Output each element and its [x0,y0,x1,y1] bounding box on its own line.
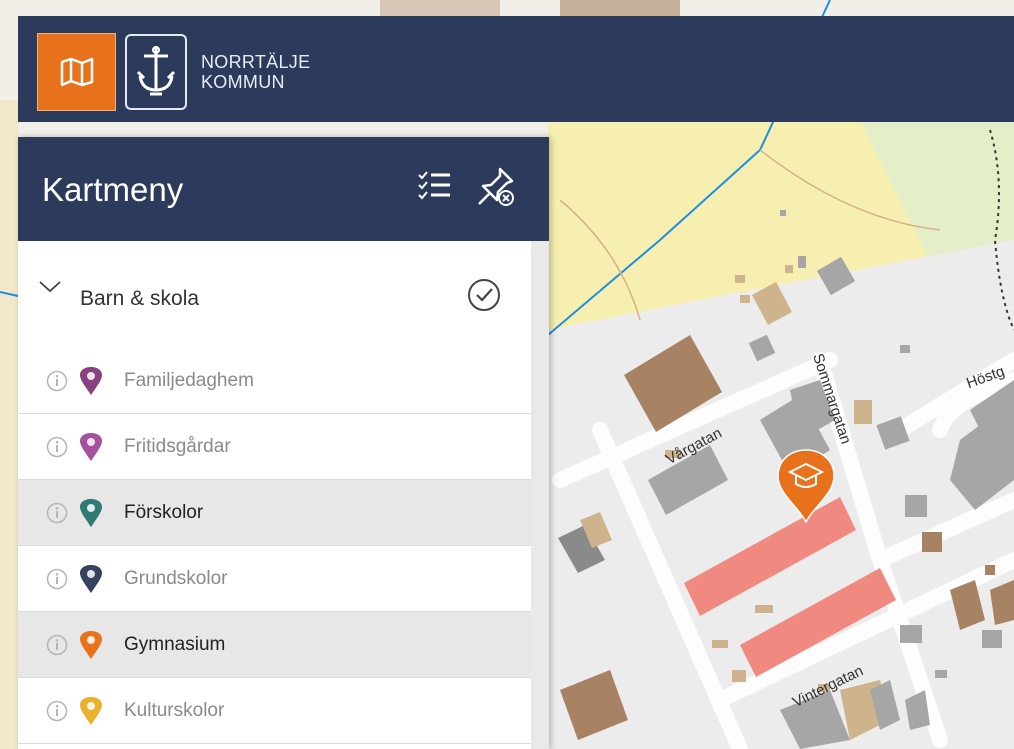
layer-marker-icon [80,499,102,527]
layer-label: Kulturskolor [124,700,225,721]
logo-text: NORRTÄLJE KOMMUN [201,52,310,92]
layer-label: Grundskolor [124,568,228,589]
logo-line2: KOMMUN [201,72,285,92]
park-area [0,100,18,749]
municipality-logo[interactable]: NORRTÄLJE KOMMUN [125,33,310,111]
layer-marker-icon [80,697,102,725]
map-menu-button[interactable] [37,33,116,111]
panel-header: Kartmeny [18,137,549,241]
layer-item[interactable]: Gymnasium [18,612,531,678]
info-icon[interactable] [46,502,68,524]
layer-item[interactable]: Förskolor [18,480,531,546]
layer-item[interactable]: Fritidsgårdar [18,414,531,480]
anchor-crest-icon [125,34,187,110]
layer-marker-icon [80,631,102,659]
chevron-down-icon[interactable] [38,278,62,294]
map-icon [60,57,93,87]
layer-item[interactable]: Grundskolor [18,546,531,612]
layer-marker-icon [80,433,102,461]
pin-off-icon[interactable] [476,167,516,212]
group-label: Barn & skola [80,287,200,310]
layer-marker-icon [80,565,102,593]
info-icon[interactable] [46,634,68,656]
layer-list: Familjedaghem Fritidsgårdar Förskolor Grund… [18,348,549,744]
map-menu-panel: Kartmeny Barn & skola Familjedaghem Friti… [18,137,549,749]
layer-label: Fritidsgårdar [124,436,231,457]
checklist-icon[interactable] [416,167,452,208]
info-icon[interactable] [46,568,68,590]
info-icon[interactable] [46,370,68,392]
layer-label: Familjedaghem [124,370,254,391]
layer-item[interactable]: Kulturskolor [18,678,531,744]
building [900,625,922,643]
layer-group-barn-skola[interactable]: Barn & skola [18,241,549,348]
building [905,495,927,517]
layer-marker-icon [80,367,102,395]
layer-item[interactable]: Familjedaghem [18,348,531,414]
building [922,532,942,552]
check-circle-icon[interactable] [466,277,502,313]
info-icon[interactable] [46,436,68,458]
building [982,630,1002,648]
panel-title: Kartmeny [42,171,184,208]
layer-label: Förskolor [124,502,204,523]
layer-label: Gymnasium [124,634,226,655]
logo-line1: NORRTÄLJE [201,52,311,72]
info-icon[interactable] [46,700,68,722]
building [854,400,872,424]
